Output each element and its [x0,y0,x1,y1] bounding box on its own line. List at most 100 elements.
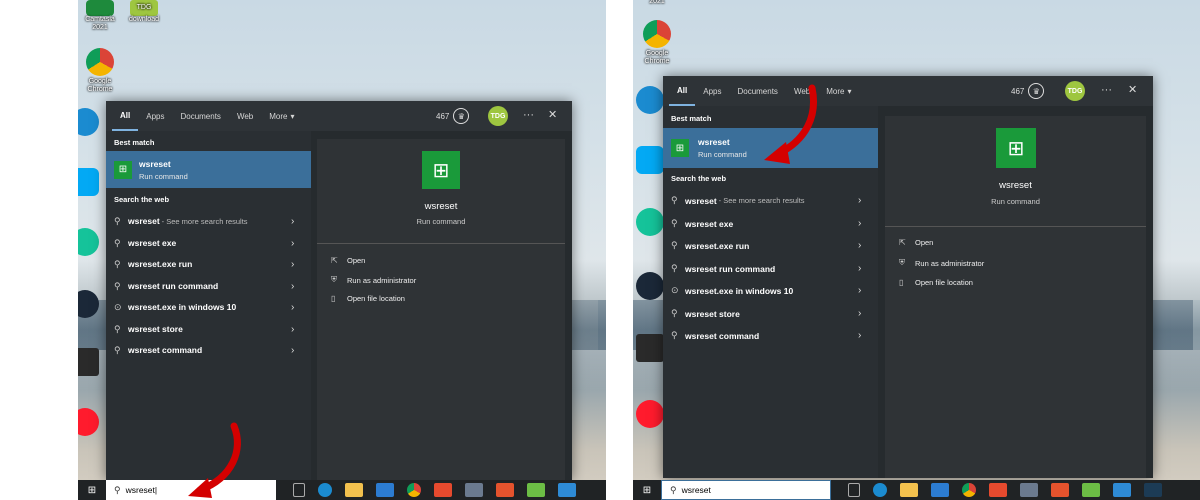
app-s-icon[interactable] [433,483,452,497]
desktop-icon-grammarly[interactable] [78,228,100,258]
open-icon: ⇱ [899,238,906,247]
action-run-as-admin[interactable]: ⛨ Run as administrator [899,258,984,268]
web-result[interactable]: ⚲ wsreset run command › [663,260,878,277]
desktop-icon-edge[interactable] [635,86,665,116]
edge-icon[interactable] [872,483,887,497]
web-result[interactable]: ⚲ wsreset - See more search results › [663,192,878,209]
action-open-file-location[interactable]: ▯ Open file location [331,294,405,303]
tab-documents[interactable]: Documents [729,76,785,106]
more-options-icon[interactable]: ··· [1101,84,1112,96]
tab-apps[interactable]: Apps [695,76,729,106]
file-explorer-icon[interactable] [899,483,918,497]
chevron-right-icon: › [858,285,862,296]
tab-web[interactable]: Web [229,101,261,131]
detail-title: wsreset [999,180,1032,191]
best-match-result[interactable]: ⊞ wsreset Run command [663,128,878,168]
web-result[interactable]: ⚲ wsreset command › [663,327,878,344]
tab-apps[interactable]: Apps [138,101,172,131]
app-s-blue-icon[interactable] [1112,483,1131,497]
tab-all[interactable]: All [669,76,696,106]
avatar[interactable]: TDG [488,106,508,126]
app-s-blue-icon[interactable] [557,483,576,497]
close-icon[interactable]: ✕ [548,108,557,121]
shield-icon: ⛨ [899,258,905,267]
chevron-right-icon: › [291,215,295,227]
search-icon: ⚲ [114,344,121,355]
camtasia-icon[interactable] [1081,483,1100,497]
windows-start-icon[interactable]: ⊞ [633,485,661,496]
search-icon: ⚲ [114,215,121,226]
action-open[interactable]: ⇱ Open [899,238,933,247]
desktop-icon-chrome[interactable]: Google Chrome [635,20,679,66]
web-result[interactable]: ⊙ wsreset.exe in windows 10 › [663,282,878,299]
app-c-icon[interactable] [1050,483,1069,497]
calculator-icon[interactable] [464,483,483,497]
mail-icon[interactable] [930,483,949,497]
desktop-icon-chrome[interactable]: Google Chrome [78,48,122,94]
web-result[interactable]: ⚲ wsreset command › [106,342,311,358]
mail-icon[interactable] [375,483,394,497]
trophy-icon: ♛ [1028,83,1045,99]
desktop-icon-opera[interactable] [635,400,665,430]
taskbar-search-input[interactable]: ⚲ wsreset [661,480,831,500]
chevron-right-icon: › [291,344,295,356]
edge-icon[interactable] [317,483,332,497]
avatar[interactable]: TDG [1065,81,1085,101]
search-web-label: Search the web [671,174,727,183]
web-result[interactable]: ⚲ wsreset exe › [106,235,311,251]
desktop-icon-camtasia[interactable]: Camtasia 2021 [78,0,122,32]
best-match-subtitle: Run command [139,171,188,181]
chevron-right-icon: › [291,280,295,292]
web-result[interactable]: ⚲ wsreset store › [663,305,878,322]
app-c-icon[interactable] [495,483,514,497]
chrome-icon[interactable] [406,483,421,497]
desktop-icon-clockify[interactable] [78,168,100,198]
camtasia-icon[interactable] [526,483,545,497]
chevron-right-icon: › [858,263,862,274]
close-icon[interactable]: ✕ [1128,83,1137,96]
action-open[interactable]: ⇱ Open [331,256,365,265]
desktop-icon-steam[interactable] [635,272,665,302]
tab-documents[interactable]: Documents [172,101,228,131]
desktop-icon-camtasia[interactable]: 2021 [635,0,679,6]
web-result[interactable]: ⚲ wsreset run command › [106,278,311,294]
best-match-result[interactable]: ⊞ wsreset Run command [106,151,311,188]
rewards-points[interactable]: 467 ♛ [436,108,470,124]
web-result[interactable]: ⚲ wsreset exe › [663,215,878,232]
desktop-icon-download[interactable]: TDG download [122,0,166,24]
desktop-icon-steam[interactable] [78,290,100,320]
calculator-icon[interactable] [1019,483,1038,497]
edge-icon [636,86,664,114]
desktop-icon-epic[interactable] [78,348,100,378]
action-run-as-admin[interactable]: ⛨ Run as administrator [331,275,416,285]
desktop-icon-edge[interactable] [78,108,100,138]
desktop-icon-opera[interactable] [78,408,100,438]
windows-start-icon[interactable]: ⊞ [78,485,106,496]
desktop-icon-epic[interactable] [635,334,665,364]
app-tray-icon[interactable] [1143,483,1162,497]
action-open-file-location[interactable]: ▯ Open file location [899,278,973,287]
app-s-icon[interactable] [988,483,1007,497]
web-result[interactable]: ⚲ wsreset.exe run › [663,237,878,254]
rewards-points[interactable]: 467 ♛ [1011,83,1045,99]
web-result[interactable]: ⊙ wsreset.exe in windows 10 › [106,299,311,315]
task-view-icon[interactable] [847,483,860,497]
results-list: Best match ⊞ wsreset Run command Search … [663,106,878,478]
desktop-icon-clockify[interactable] [635,146,665,176]
web-result[interactable]: ⚲ wsreset.exe run › [106,256,311,272]
tab-all[interactable]: All [112,101,139,131]
web-result[interactable]: ⚲ wsreset - See more search results › [106,213,311,229]
taskbar-search-input[interactable]: ⚲ wsreset | [106,480,276,500]
task-view-icon[interactable] [292,483,305,497]
more-options-icon[interactable]: ··· [523,109,534,121]
file-explorer-icon[interactable] [344,483,363,497]
tab-more[interactable]: More ▾ [261,101,302,131]
desktop-icon-grammarly[interactable] [635,208,665,238]
chevron-right-icon: › [858,195,862,206]
tab-more[interactable]: More ▾ [818,76,859,106]
store-app-icon: ⊞ [671,139,689,157]
tab-web[interactable]: Web [786,76,818,106]
web-result[interactable]: ⚲ wsreset store › [106,321,311,337]
search-icon: ⚲ [670,484,677,495]
chrome-icon[interactable] [961,483,976,497]
